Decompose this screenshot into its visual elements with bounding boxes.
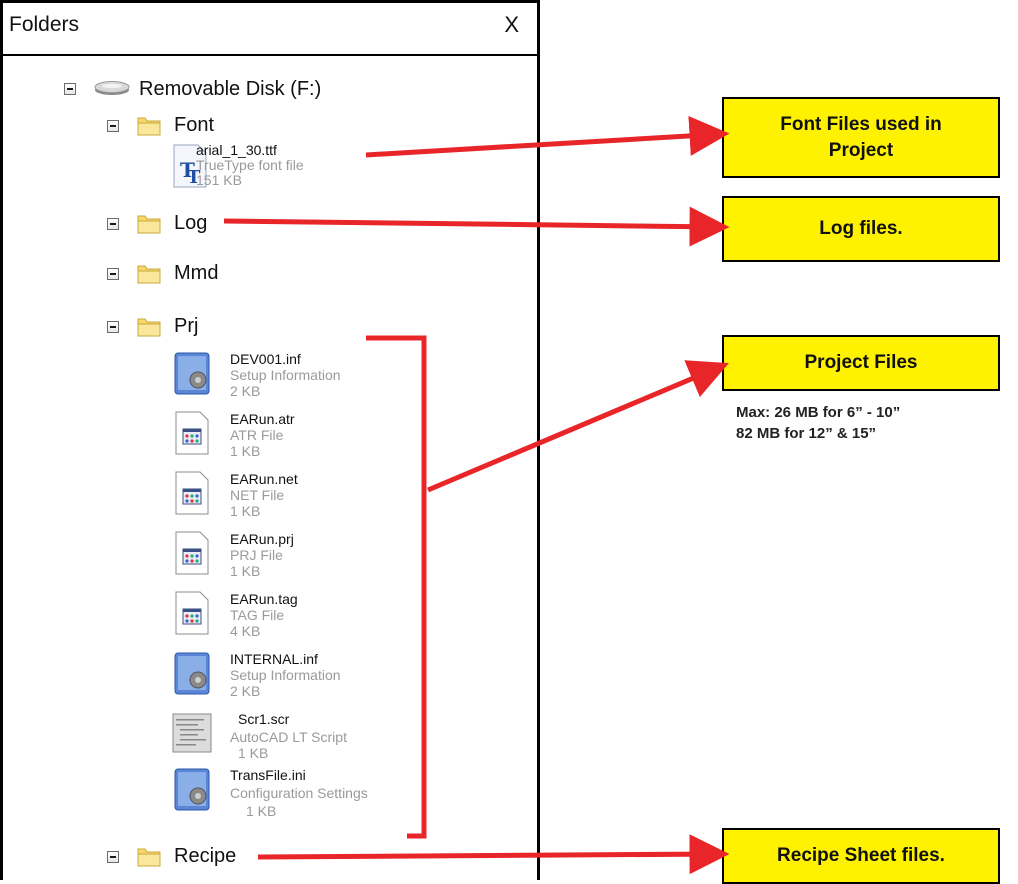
callout-project-files-text: Project Files: [804, 352, 918, 373]
folder-icon: [137, 318, 161, 337]
folder-icon: [137, 265, 161, 284]
file-size: 1 KB: [246, 803, 277, 819]
project-size-note-1: Max: 26 MB for 6” - 10”: [736, 404, 901, 421]
app-file-icon: [175, 531, 209, 575]
pane-header: Folders X: [3, 3, 537, 56]
tree-node-log[interactable]: Log: [174, 212, 207, 235]
file-size: 4 KB: [230, 623, 261, 639]
app-file-icon: [175, 471, 209, 515]
file-name: DEV001.inf: [230, 351, 301, 367]
file-type: Configuration Settings: [230, 785, 368, 801]
callout-project-files: Project Files: [722, 335, 1000, 391]
collapse-toggle-mmd[interactable]: [107, 268, 119, 280]
tree-node-prj[interactable]: Prj: [174, 315, 198, 338]
file-size: 1 KB: [230, 443, 261, 459]
file-size: 2 KB: [230, 683, 261, 699]
callout-recipe-files-text: Recipe Sheet files.: [777, 845, 945, 866]
tree-node-mmd[interactable]: Mmd: [174, 262, 218, 285]
collapse-toggle-font[interactable]: [107, 120, 119, 132]
file-size: 1 KB: [238, 745, 269, 761]
app-file-icon: [175, 411, 209, 455]
file-name: EARun.net: [230, 471, 298, 487]
collapse-toggle-prj[interactable]: [107, 321, 119, 333]
config-settings-icon: [174, 768, 210, 811]
file-type: Setup Information: [230, 367, 341, 383]
callout-log-files-text: Log files.: [819, 218, 903, 239]
file-name: arial_1_30.ttf: [196, 142, 277, 158]
folder-icon: [137, 117, 161, 136]
file-name: EARun.tag: [230, 591, 298, 607]
file-type: TrueType font file: [196, 157, 304, 173]
file-name: EARun.prj: [230, 531, 294, 547]
file-size: 1 KB: [230, 563, 261, 579]
folder-icon: [137, 848, 161, 867]
setup-info-icon: [174, 352, 210, 395]
app-file-icon: [175, 591, 209, 635]
file-type: ATR File: [230, 427, 284, 443]
file-type: PRJ File: [230, 547, 283, 563]
script-file-icon: [172, 713, 212, 753]
drive-icon: [94, 81, 130, 95]
project-size-note-2: 82 MB for 12” & 15”: [736, 425, 877, 442]
file-name: TransFile.ini: [230, 767, 306, 783]
tree-node-font[interactable]: Font: [174, 114, 214, 137]
file-type: AutoCAD LT Script: [230, 729, 347, 745]
file-type: NET File: [230, 487, 285, 503]
tree-node-recipe[interactable]: Recipe: [174, 845, 236, 868]
callout-log-files: Log files.: [722, 196, 1000, 262]
pane-title: Folders: [9, 13, 80, 36]
file-size: 151 KB: [196, 172, 242, 188]
file-size: 1 KB: [230, 503, 261, 519]
file-type: TAG File: [230, 607, 285, 623]
tree-node-removable-disk[interactable]: Removable Disk (F:): [139, 78, 321, 101]
collapse-toggle-log[interactable]: [107, 218, 119, 230]
folder-icon: [137, 215, 161, 234]
file-size: 2 KB: [230, 383, 261, 399]
file-name: EARun.atr: [230, 411, 295, 427]
file-name: Scr1.scr: [238, 711, 290, 727]
callout-recipe-files: Recipe Sheet files.: [722, 828, 1000, 884]
collapse-toggle-recipe[interactable]: [107, 851, 119, 863]
collapse-toggle-root[interactable]: [64, 83, 76, 95]
file-name: INTERNAL.inf: [230, 651, 318, 667]
callout-font-files: Font Files used in Project: [722, 97, 1000, 178]
close-button[interactable]: X: [504, 12, 519, 38]
callout-font-files-text: Font Files used in Project: [780, 113, 942, 161]
file-type: Setup Information: [230, 667, 341, 683]
setup-info-icon: [174, 652, 210, 695]
